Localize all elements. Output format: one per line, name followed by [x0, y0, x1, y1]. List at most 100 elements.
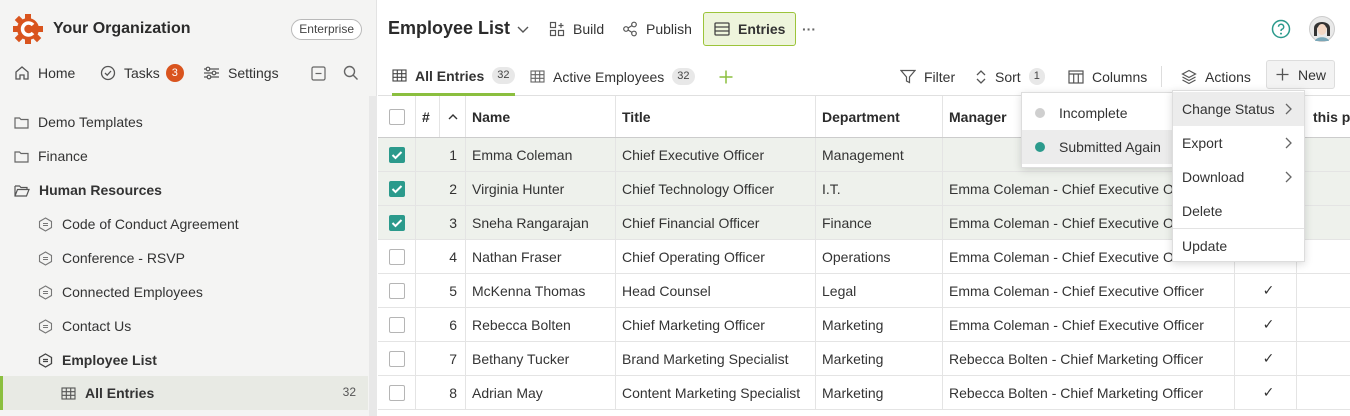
cell-text: Emma Coleman - Chief Executive Officer: [949, 180, 1204, 197]
table-icon: [530, 70, 553, 83]
cell-text: Emma Coleman - Chief Executive Officer: [949, 316, 1204, 333]
add-view-button[interactable]: [718, 58, 742, 95]
collapse-button[interactable]: [311, 59, 334, 87]
select-all-cell[interactable]: [378, 96, 416, 137]
org-header: Your Organization Enterprise: [12, 13, 364, 45]
status-option-submitted-again[interactable]: Submitted Again: [1022, 130, 1172, 164]
cell-flag: ✓: [1235, 342, 1297, 375]
menu-item-change-status[interactable]: Change Status: [1173, 92, 1304, 126]
select-all-checkbox[interactable]: [388, 108, 405, 125]
cell-n: 8: [416, 376, 466, 409]
cell-flag: ✓: [1235, 308, 1297, 341]
more-button[interactable]: ···: [794, 12, 824, 46]
nav-settings[interactable]: Settings: [203, 59, 279, 87]
menu-item-export[interactable]: Export: [1173, 126, 1304, 160]
row-checkbox[interactable]: [388, 350, 405, 367]
avatar[interactable]: [1301, 12, 1350, 46]
sort-icon: [975, 69, 995, 85]
nav-home[interactable]: Home: [14, 59, 75, 87]
cell-text: Chief Executive Officer: [622, 146, 765, 163]
publish-button[interactable]: Publish: [614, 12, 700, 46]
cell-dept: Marketing: [816, 342, 943, 375]
cell-text: Content Marketing Specialist: [622, 384, 801, 401]
row-select-cell: [378, 376, 416, 409]
cell-text: Bethany Tucker: [472, 350, 570, 367]
status-dot: [1035, 108, 1045, 118]
col-header-label: #: [422, 108, 430, 125]
col-header-name[interactable]: Name: [466, 96, 616, 137]
menu-item-update[interactable]: Update: [1173, 229, 1304, 263]
folder-human-resources[interactable]: Human Resources: [14, 175, 162, 205]
cell-text: ✓: [1262, 282, 1275, 298]
table-row[interactable]: 8 Adrian May Content Marketing Specialist M…: [378, 376, 1350, 410]
cell-text: Sneha Rangarajan: [472, 214, 589, 231]
view-item: All Entries: [61, 378, 154, 408]
page-title[interactable]: Employee List: [388, 18, 530, 39]
cell-text: Management: [822, 146, 904, 163]
form-item[interactable]: Contact Us: [38, 311, 131, 341]
tab-all-entries[interactable]: All Entries 32: [392, 58, 515, 96]
sort-asc-indicator[interactable]: [440, 96, 466, 137]
row-checkbox[interactable]: [388, 214, 405, 231]
cell-text: Chief Financial Officer: [622, 214, 760, 231]
tasks-count-badge: 3: [165, 64, 184, 82]
row-checkbox[interactable]: [388, 282, 405, 299]
row-checkbox[interactable]: [388, 146, 405, 163]
col-header-title[interactable]: Title: [616, 96, 816, 137]
entries-button[interactable]: Entries: [703, 12, 797, 46]
new-entry-button[interactable]: New: [1266, 60, 1336, 89]
folder-icon: [14, 150, 38, 163]
cell-text: Marketing: [822, 350, 884, 367]
plus-icon: [1275, 67, 1298, 82]
nav-tasks[interactable]: Tasks 3: [100, 59, 184, 87]
col-header-department[interactable]: Department: [816, 96, 943, 137]
col-header-label: Manager: [949, 108, 1007, 125]
sort-button[interactable]: Sort 1: [975, 58, 1045, 95]
status-option-incomplete[interactable]: Incomplete: [1022, 96, 1172, 130]
row-checkbox[interactable]: [388, 180, 405, 197]
form-item[interactable]: Connected Employees: [38, 277, 203, 307]
cell-manager: Emma Coleman - Chief Executive Officer: [943, 308, 1235, 341]
row-select-cell: [378, 206, 416, 239]
folder-demo-templates[interactable]: Demo Templates: [14, 107, 143, 137]
sidebar-scrollbar[interactable]: [369, 96, 377, 416]
top-bar: Employee List Build Publish Entries ···: [378, 0, 1350, 58]
view-item-all-entries[interactable]: All Entries 32: [0, 376, 368, 410]
sidebar-search-button[interactable]: [343, 59, 367, 87]
folder-finance[interactable]: Finance: [14, 141, 88, 171]
row-select-cell: [378, 274, 416, 307]
cell-text: Rebecca Bolten - Chief Marketing Officer: [949, 384, 1204, 401]
menu-item-download[interactable]: Download: [1173, 160, 1304, 194]
build-button[interactable]: Build: [541, 12, 612, 46]
row-checkbox[interactable]: [388, 248, 405, 265]
form-item[interactable]: Conference - RSVP: [38, 243, 185, 273]
form-label: Contact Us: [62, 318, 132, 334]
menu-item-delete[interactable]: Delete: [1173, 194, 1304, 228]
form-item[interactable]: Code of Conduct Agreement: [38, 209, 239, 239]
filter-button[interactable]: Filter: [900, 58, 955, 95]
cell-extra: [1297, 376, 1350, 409]
row-checkbox[interactable]: [388, 316, 405, 333]
row-checkbox[interactable]: [388, 384, 405, 401]
entries-label: Entries: [738, 21, 786, 37]
table-row[interactable]: 7 Bethany Tucker Brand Marketing Specialis…: [378, 342, 1350, 376]
col-header-number[interactable]: #: [416, 96, 440, 137]
chevron-right-icon: [1284, 171, 1292, 183]
cell-name: McKenna Thomas: [466, 274, 616, 307]
form-icon: [38, 352, 62, 368]
form-item-employee-list[interactable]: Employee List: [38, 345, 157, 375]
status-submenu: Incomplete Submitted Again: [1021, 92, 1173, 168]
cell-flag: ✓: [1235, 376, 1297, 409]
toolbar-divider: [1161, 66, 1162, 87]
cell-text: Chief Operating Officer: [622, 248, 765, 265]
cell-text: 7: [449, 350, 457, 367]
table-row[interactable]: 5 McKenna Thomas Head Counsel Legal Emma Col…: [378, 274, 1350, 308]
org-name[interactable]: Your Organization: [53, 20, 190, 38]
tab-label: All Entries: [415, 67, 485, 84]
col-header-label: Name: [472, 108, 511, 125]
cell-text: 8: [449, 384, 457, 401]
cell-manager: Emma Coleman - Chief Executive Officer: [943, 274, 1235, 307]
tab-active-employees[interactable]: Active Employees 32: [530, 58, 695, 95]
table-row[interactable]: 6 Rebecca Bolten Chief Marketing Officer Ma…: [378, 308, 1350, 342]
columns-button[interactable]: Columns: [1068, 58, 1147, 95]
